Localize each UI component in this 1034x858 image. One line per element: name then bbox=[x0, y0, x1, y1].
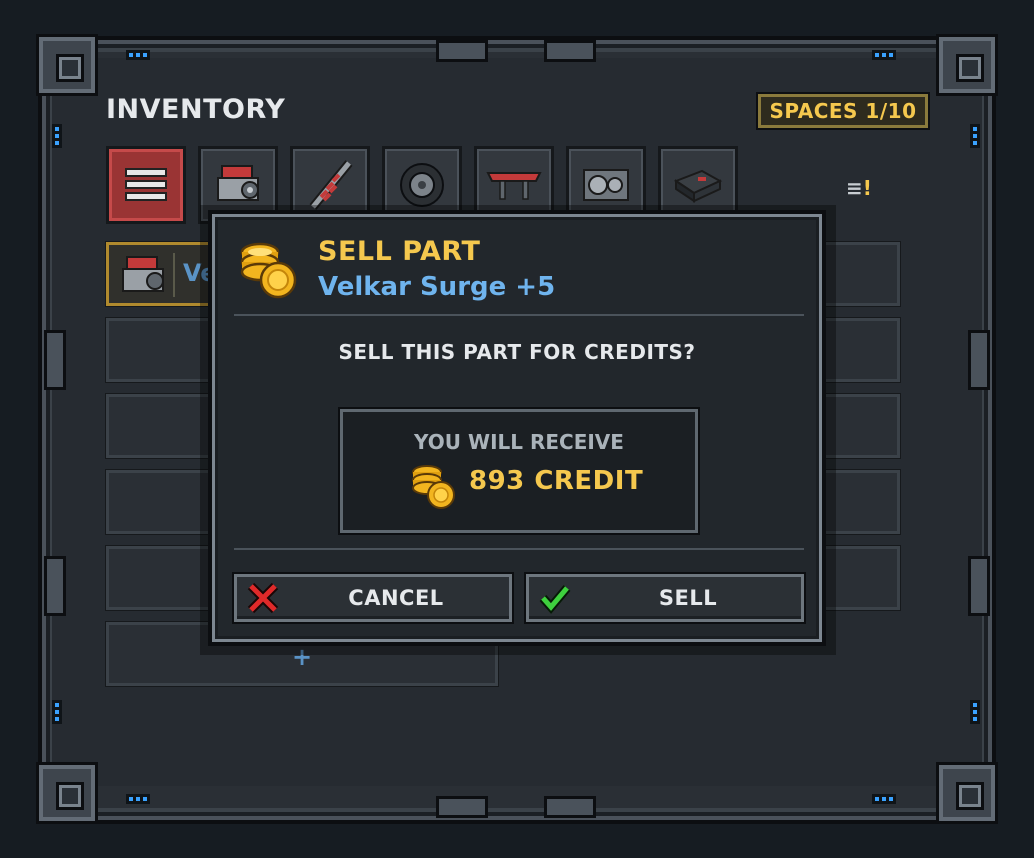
spaces-counter: SPACES 1/10 bbox=[758, 94, 928, 128]
coins-icon bbox=[240, 242, 297, 299]
frame-corner-bottom-left bbox=[36, 762, 98, 824]
sort-button[interactable]: ≡! bbox=[846, 176, 872, 200]
frame-led-right-bottom bbox=[970, 700, 980, 724]
frame-clip-left-upper bbox=[44, 330, 66, 390]
credit-amount: 893 CREDIT bbox=[469, 466, 644, 496]
frame-led-top-right bbox=[872, 50, 896, 60]
frame-clip-top-left bbox=[436, 40, 488, 62]
frame-clip-bottom-left bbox=[436, 796, 488, 818]
inventory-title: INVENTORY bbox=[106, 94, 286, 125]
frame-led-bottom-right bbox=[872, 794, 896, 804]
tire-icon bbox=[400, 163, 444, 207]
sell-label: SELL bbox=[658, 586, 718, 610]
frame-led-left-bottom bbox=[52, 700, 62, 724]
frame-corner-top-left bbox=[36, 34, 98, 96]
frame-clip-bottom-right bbox=[544, 796, 596, 818]
slot-divider bbox=[173, 253, 175, 297]
engine-icon bbox=[122, 256, 164, 292]
gearbox-icon bbox=[583, 169, 629, 201]
sort-icon: ≡! bbox=[846, 176, 872, 200]
receive-label: YOU WILL RECEIVE bbox=[414, 430, 624, 454]
frame-led-left-top bbox=[52, 124, 62, 148]
frame-clip-right-lower bbox=[968, 556, 990, 616]
frame-clip-left-lower bbox=[44, 556, 66, 616]
sell-question: SELL THIS PART FOR CREDITS? bbox=[338, 340, 696, 364]
part-name: Velkar Surge +5 bbox=[318, 272, 556, 302]
frame-corner-top-right bbox=[936, 34, 998, 96]
checkmark-icon bbox=[535, 578, 575, 618]
receive-box: YOU WILL RECEIVE 893 CREDIT bbox=[340, 409, 698, 533]
frame-led-top-left bbox=[126, 50, 150, 60]
frame-led-right-top bbox=[970, 124, 980, 148]
sell-part-dialog: SELL PART Velkar Surge +5 SELL THIS PART… bbox=[208, 210, 826, 646]
sell-button[interactable]: SELL bbox=[526, 574, 804, 622]
frame-led-bottom-left bbox=[126, 794, 150, 804]
frame-clip-top-right bbox=[544, 40, 596, 62]
dialog-divider-bottom bbox=[234, 548, 804, 550]
tab-all[interactable] bbox=[106, 146, 186, 224]
close-icon bbox=[243, 578, 283, 618]
cancel-label: CANCEL bbox=[348, 586, 444, 610]
list-icon bbox=[125, 168, 167, 201]
cancel-button[interactable]: CANCEL bbox=[234, 574, 512, 622]
spoiler-icon bbox=[486, 172, 542, 200]
frame-corner-bottom-right bbox=[936, 762, 998, 824]
dialog-title: SELL PART bbox=[318, 236, 481, 267]
frame-clip-right-upper bbox=[968, 330, 990, 390]
dialog-divider-top bbox=[234, 314, 804, 316]
engine-icon bbox=[217, 165, 259, 201]
ecu-icon bbox=[673, 169, 723, 203]
coins-icon bbox=[412, 465, 455, 509]
